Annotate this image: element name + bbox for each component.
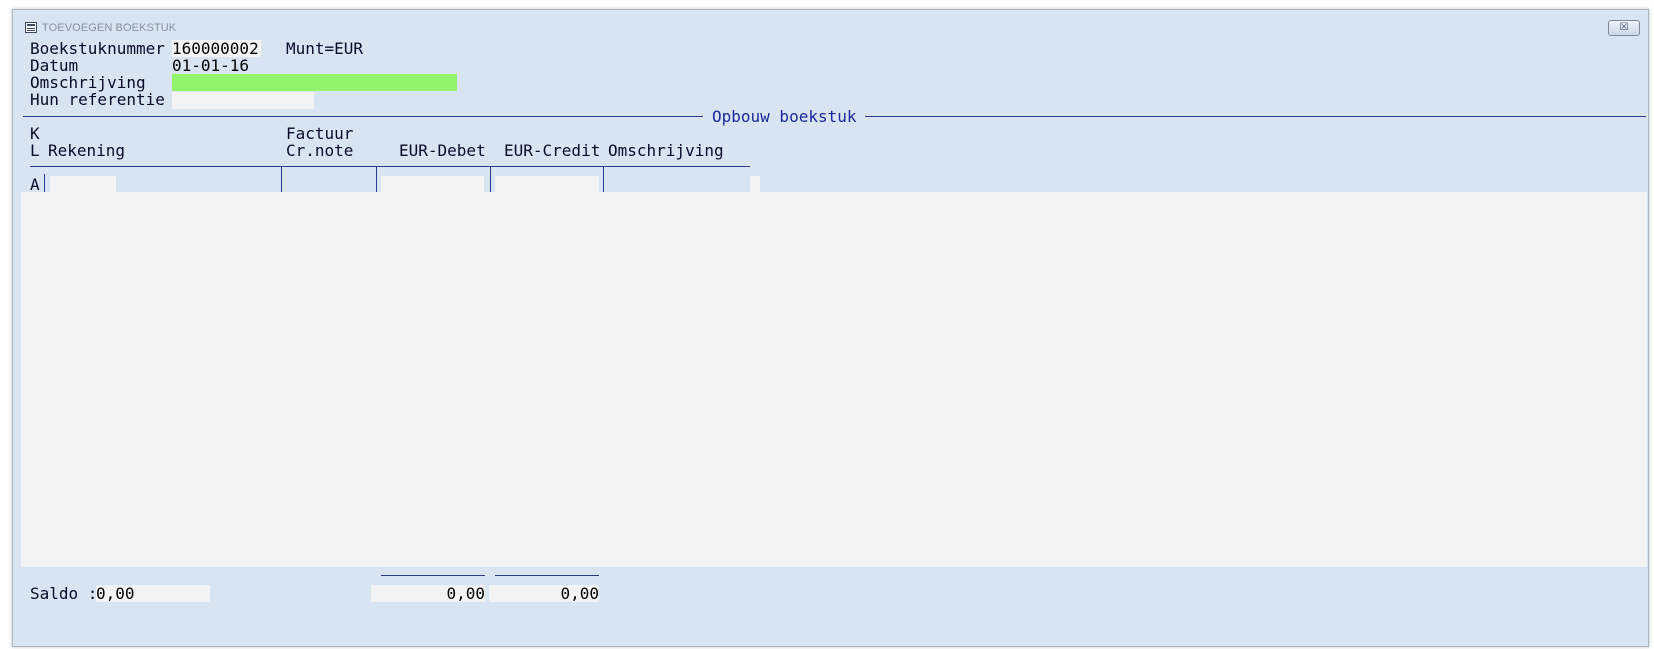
total-debet-field: 0,00 [371, 584, 485, 603]
datum-value: 01-01-16 [172, 56, 250, 75]
main-window: TOEVOEGEN BOEKSTUK ☒ Boekstuknummer 1600… [12, 9, 1649, 647]
section-separator-right [865, 116, 1646, 117]
header-underline [30, 166, 750, 167]
title-bar: TOEVOEGEN BOEKSTUK ☒ [13, 10, 1648, 38]
close-button[interactable]: ☒ [1608, 20, 1640, 36]
total-credit-value: 0,00 [560, 584, 599, 603]
window-title: TOEVOEGEN BOEKSTUK [42, 22, 177, 34]
saldo-value: 0,00 [96, 584, 135, 603]
row-omschrijving-input[interactable] [608, 176, 748, 193]
hun-referentie-input[interactable] [172, 92, 314, 109]
credit-total-line [495, 575, 599, 576]
saldo-field: 0,00 [96, 584, 210, 603]
datum-field[interactable]: 01-01-16 [172, 56, 251, 75]
col-factuur-line2: Cr.note [286, 141, 354, 160]
omschrijving-input[interactable] [172, 74, 457, 91]
col-kl-line2: L [30, 141, 40, 160]
column-divider [376, 166, 377, 192]
currency-label: Munt=EUR [286, 39, 364, 58]
saldo-label: Saldo : [30, 584, 98, 603]
column-divider [603, 166, 604, 192]
row-rekening-input[interactable] [50, 176, 116, 193]
column-divider [490, 166, 491, 192]
debet-total-line [381, 575, 485, 576]
row-factuur-input[interactable] [285, 176, 375, 193]
row-credit-input[interactable] [495, 176, 599, 193]
total-credit-field: 0,00 [489, 584, 599, 603]
row-end-marker [750, 176, 760, 193]
lines-grid-area[interactable] [21, 192, 1647, 567]
section-separator-left [23, 116, 703, 117]
col-eur-credit: EUR-Credit [504, 141, 601, 160]
column-divider [281, 166, 282, 192]
col-eur-debet: EUR-Debet [399, 141, 486, 160]
total-debet-value: 0,00 [446, 584, 485, 603]
column-divider [44, 174, 45, 192]
row-debet-input[interactable] [381, 176, 484, 193]
col-omschrijving: Omschrijving [608, 141, 724, 160]
section-title: Opbouw boekstuk [712, 107, 857, 126]
col-rekening: Rekening [48, 141, 126, 160]
close-icon: ☒ [1619, 22, 1629, 33]
hun-referentie-label: Hun referentie [30, 90, 165, 109]
window-menu-icon[interactable] [25, 22, 37, 33]
boekstuknummer-field[interactable]: 160000002 [172, 40, 261, 58]
